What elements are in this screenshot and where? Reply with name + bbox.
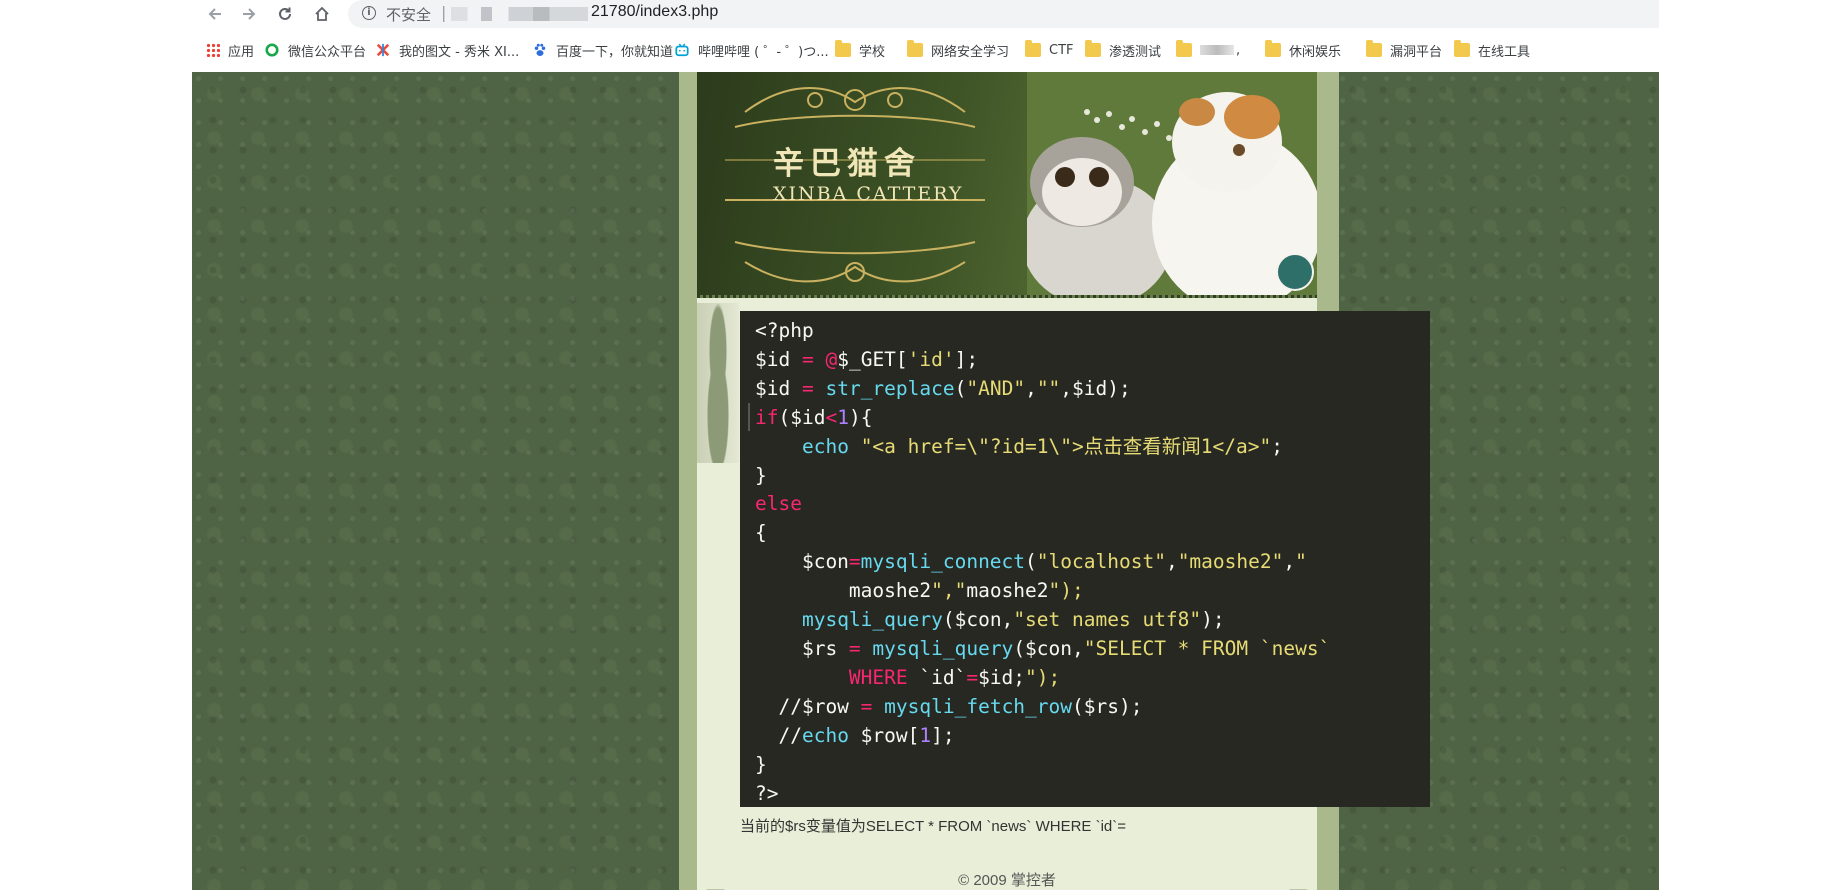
code-line: else	[755, 492, 802, 516]
bookmark-label: 在线工具	[1478, 44, 1531, 60]
code-line: if($id<1){	[755, 405, 873, 429]
bookmark-label: 学校	[859, 44, 886, 60]
folder-icon	[1366, 40, 1382, 57]
code-line: $rs = mysqli_query($con,"SELECT * FROM `…	[755, 636, 1331, 660]
folder-icon	[1025, 40, 1041, 57]
bookmark-label: 漏洞平台	[1390, 44, 1443, 60]
folder-icon	[835, 40, 851, 57]
url-text[interactable]: 21780/index3.php	[591, 3, 718, 21]
content-column: 辛巴猫舍 XINBA CATTERY <?php $id = @$_GET['i…	[697, 72, 1430, 890]
site-banner: 辛巴猫舍 XINBA CATTERY	[697, 72, 1317, 298]
site-logo-en: XINBA CATTERY	[773, 183, 964, 205]
bookmark-baidu[interactable]: 百度一下，你就知道	[532, 36, 673, 64]
bookmark-label: 网络安全学习	[931, 44, 1010, 60]
page-container: 辛巴猫舍 XINBA CATTERY <?php $id = @$_GET['i…	[679, 72, 1430, 890]
apps-grid-icon	[206, 43, 220, 57]
bookmark-label: CTF	[1049, 42, 1074, 58]
wechat-icon	[265, 43, 279, 57]
xiumi-icon	[376, 43, 390, 57]
code-line: }	[755, 752, 767, 776]
bookmark-wechat[interactable]: 微信公众平台	[264, 36, 366, 64]
url-separator: |	[441, 3, 447, 22]
bookmarks-bar: 应用 微信公众平台 我的图文 - 秀米 XI... 百度一下，你就知道 哔哩哔哩…	[192, 36, 1659, 64]
baidu-paw-icon	[534, 43, 546, 56]
code-line: ?>	[755, 781, 779, 805]
bookmark-label: 微信公众平台	[288, 44, 367, 60]
bookmark-label: 应用	[228, 44, 255, 60]
code-line: mysqli_query($con,"set names utf8");	[801, 608, 1225, 632]
address-bar[interactable]: i 不安全 | 21780/index3.php	[348, 0, 1659, 28]
web-page: 辛巴猫舍 XINBA CATTERY <?php $id = @$_GET['i…	[192, 72, 1659, 890]
arrow-right-icon	[243, 8, 256, 20]
url-redacted-host	[451, 7, 588, 21]
bookmark-label: 百度一下，你就知道	[556, 44, 674, 60]
security-label: 不安全	[386, 6, 432, 24]
banner-border	[697, 295, 1317, 298]
bookmark-folder-pentest[interactable]: 渗透测试	[1085, 36, 1161, 64]
reload-icon	[279, 7, 291, 20]
bookmark-label: 我的图文 - 秀米 XI...	[399, 44, 520, 60]
bookmark-label: 哔哩哔哩 ( ゜- ゜)つ...	[698, 44, 829, 60]
bookmark-apps[interactable]: 应用	[206, 36, 254, 64]
php-source-code: <?php $id = @$_GET['id']; $id = str_repl…	[740, 311, 1430, 807]
code-line: $id = str_replace("AND","",$id);	[755, 376, 1131, 400]
bookmark-folder-leisure[interactable]: 休闲娱乐	[1265, 36, 1341, 64]
back-button[interactable]	[202, 2, 228, 26]
site-logo-cn: 辛巴猫舍	[773, 146, 921, 182]
browser-chrome: i 不安全 | 21780/index3.php 应用 微信公众平台 我的图文 …	[192, 0, 1659, 72]
folder-icon	[1085, 40, 1101, 57]
code-line: //$row = mysqli_fetch_row($rs);	[755, 694, 1143, 718]
folder-icon	[907, 40, 923, 57]
code-line: $id = @$_GET['id'];	[755, 347, 979, 371]
bookmark-folder-vuln[interactable]: 漏洞平台	[1366, 36, 1442, 64]
code-line: $con=mysqli_connect("localhost","maoshe2…	[755, 550, 1307, 574]
text-cursor	[748, 403, 750, 431]
browser-toolbar: i 不安全 | 21780/index3.php	[192, 0, 1659, 28]
bookmark-xiumi[interactable]: 我的图文 - 秀米 XI...	[375, 36, 519, 64]
code-line: }	[755, 463, 767, 487]
info-icon[interactable]: i	[362, 6, 376, 20]
folder-icon	[1454, 40, 1470, 57]
code-line: //echo $row[1];	[755, 723, 955, 747]
bookmark-folder-tools[interactable]: 在线工具	[1454, 36, 1659, 64]
bookmark-folder-ctf[interactable]: CTF	[1025, 36, 1074, 64]
code-line: maoshe2","maoshe2");	[755, 579, 1084, 603]
bookmark-bilibili[interactable]: 哔哩哔哩 ( ゜- ゜)つ...	[674, 36, 829, 64]
home-icon	[315, 6, 329, 21]
cats-photo-icon	[1027, 72, 1317, 298]
bookmark-folder-school[interactable]: 学校	[835, 36, 885, 64]
bottom-ornament	[697, 877, 1317, 890]
bilibili-icon	[675, 43, 689, 57]
folder-icon	[1265, 40, 1281, 57]
reload-button[interactable]	[272, 2, 298, 26]
bookmark-label: ,	[1236, 42, 1241, 58]
code-line: {	[755, 521, 767, 545]
arrow-left-icon	[208, 8, 221, 20]
code-line: WHERE `id`=$id;");	[848, 665, 1061, 689]
redacted-label	[1200, 45, 1234, 55]
bookmark-label: 休闲娱乐	[1289, 44, 1342, 60]
code-line: echo "<a href=\"?id=1\">点击查看新闻1</a>";	[801, 434, 1283, 458]
home-button[interactable]	[309, 2, 335, 26]
bookmark-folder-redacted[interactable]: ,	[1176, 36, 1240, 64]
folder-icon	[1176, 40, 1192, 57]
bookmark-label: 渗透测试	[1109, 44, 1162, 60]
forward-button[interactable]	[236, 2, 262, 26]
code-lines: <?php $id = @$_GET['id']; $id = str_repl…	[740, 311, 1430, 808]
side-ornament	[697, 303, 739, 463]
query-result-text: 当前的$rs变量值为SELECT * FROM `news` WHERE `id…	[740, 818, 1127, 835]
code-line: <?php	[755, 319, 814, 342]
bookmark-folder-security[interactable]: 网络安全学习	[907, 36, 1009, 64]
